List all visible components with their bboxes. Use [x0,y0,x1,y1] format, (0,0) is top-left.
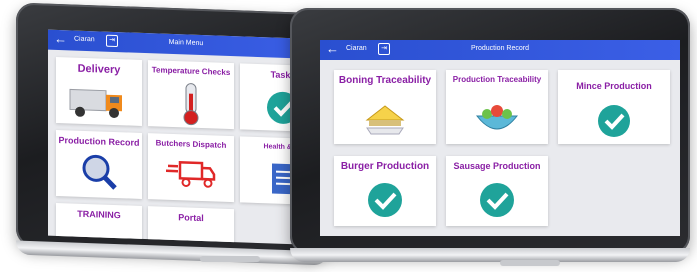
delivery-truck-icon [69,88,122,118]
tile-label: Portal [178,212,204,224]
left-tablet-base [200,256,260,262]
tile-label: Delivery [77,62,121,77]
left-app-bar: ← Ciaran ⇥ Main Menu [48,29,324,60]
checkmark-icon [598,105,630,137]
checkmark-icon [368,183,402,217]
right-tablet-base [500,260,560,266]
tile-label: Burger Production [340,161,430,172]
right-screen: ← Ciaran ⇥ Production Record Boning Trac… [320,40,680,236]
right-tablet-rim [290,248,690,262]
tile-production-traceability[interactable]: Production Traceability [446,70,548,144]
thermometer-icon [183,83,199,126]
left-tablet-rim [16,240,328,266]
left-screen: ← Ciaran ⇥ Main Menu Delivery Temperatur… [48,29,324,246]
fast-truck-icon [166,160,216,188]
tile-delivery[interactable]: Delivery [56,56,142,126]
tile-label: Mince Production [576,81,652,91]
tile-production-record[interactable]: Production Record [56,129,142,199]
tile-label: Sausage Production [453,161,541,171]
tile-temperature-checks[interactable]: Temperature Checks [148,60,234,130]
tile-mince-production[interactable]: Mince Production [558,70,670,144]
checkmark-icon [480,183,514,217]
page-title: Main Menu [168,38,204,48]
tile-label: Production Record [58,135,140,148]
right-app-bar: ← Ciaran ⇥ Production Record [320,40,680,60]
tile-boning-traceability[interactable]: Boning Traceability [334,70,436,144]
tile-label: Boning Traceability [338,75,432,86]
tile-burger-production[interactable]: Burger Production [334,156,436,226]
tile-label: TRAINING [77,208,121,221]
left-tablet: ← Ciaran ⇥ Main Menu Delivery Temperatur… [16,2,328,266]
right-tablet: ← Ciaran ⇥ Production Record Boning Trac… [290,8,690,262]
tile-label: Butchers Dispatch [155,138,227,150]
magnifier-icon [82,154,117,190]
tile-portal[interactable]: Portal [148,206,234,246]
tile-sausage-production[interactable]: Sausage Production [446,156,548,226]
salad-bowl-icon [475,105,519,130]
page-title: Production Record [471,45,529,52]
sandwich-icon [365,105,405,135]
tile-label: Production Traceability [452,75,542,84]
tile-training[interactable]: TRAINING [56,202,142,246]
tile-butchers-dispatch[interactable]: Butchers Dispatch [148,133,234,203]
tile-label: Temperature Checks [151,65,231,78]
